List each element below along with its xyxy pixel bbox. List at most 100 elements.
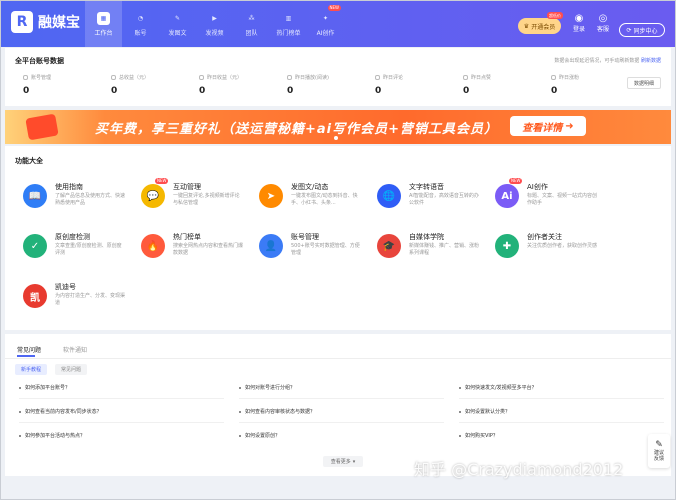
- top-header: R 融媒宝 ▦ 工作台 ◔ 账号 ✎ 发图文 ▶ 发视频 ⁂ 团队 ▥ 热门榜单 ✦ AI创作 NEW ♛ …: [1, 1, 675, 47]
- faq-question-text: 如何查看当前内容发布/同步状态？: [25, 409, 102, 415]
- stat-value: 0: [111, 86, 118, 96]
- features-panel: 功能大全 📖 使用指南 了解产品信息及使用方式、快速熟悉使用产品 💬 互动管理 一键回复评…: [5, 146, 671, 330]
- nav-item-0[interactable]: ▦ 工作台: [85, 1, 122, 47]
- nav-label: 账号: [134, 29, 147, 37]
- stat-label-text: 昨日涨粉: [559, 75, 580, 81]
- faq-separator: [459, 422, 664, 423]
- faq-question[interactable]: 如何添加平台账号？: [19, 384, 70, 391]
- feature-name: 文字转语音: [409, 183, 444, 191]
- nav-item-4[interactable]: ⁂ 团队: [233, 1, 270, 47]
- feature-card[interactable]: 👤 账号管理 500+账号实时数据管理、方便管理: [251, 230, 361, 270]
- faq-question[interactable]: 如何快速发文/发视频至多平台？: [459, 384, 537, 391]
- features-title: 功能大全: [15, 157, 43, 165]
- stat-item: 昨日播放(阅读) 0: [287, 74, 375, 96]
- main-nav: ▦ 工作台 ◔ 账号 ✎ 发图文 ▶ 发视频 ⁂ 团队 ▥ 热门榜单 ✦ AI创作 NEW: [85, 1, 344, 47]
- login-button[interactable]: ◉ 登录: [568, 13, 590, 33]
- stat-label-text: 昨日收益（元）: [207, 75, 243, 81]
- stat-label-text: 昨日点赞: [471, 75, 492, 81]
- stat-label-text: 账号管理: [31, 75, 52, 81]
- faq-question-text: 如何参加平台活动与热点？: [25, 433, 86, 439]
- help-button[interactable]: ◎ 客服: [592, 13, 614, 33]
- stat-item: 总收益（元） 0: [111, 74, 199, 96]
- feature-card[interactable]: ✚ 创作者关注 关注优质创作者，获取创作灵感: [487, 230, 597, 270]
- stat-label-text: 昨日播放(阅读): [295, 75, 329, 81]
- feature-card[interactable]: ✓ 原创度检测 文章查重/原创度检测、原创度评测: [15, 230, 125, 270]
- feature-name: AI创作: [527, 183, 548, 191]
- stats-note-text: 数据会出现延迟情况，可手动刷新数据: [554, 58, 640, 64]
- feature-icon: 🌐: [377, 184, 401, 208]
- faq-question[interactable]: 如何参加平台活动与热点？: [19, 432, 85, 439]
- faq-question-text: 如何购买VIP？: [465, 433, 498, 439]
- feature-icon: ✚: [495, 234, 519, 258]
- feature-card[interactable]: 凯凯迪号 为内容打造生产、分发、变现渠道: [15, 280, 125, 320]
- detail-button[interactable]: 数据明细: [627, 77, 661, 89]
- tab-notice[interactable]: 软件通知: [63, 345, 87, 354]
- faq-question-text: 如何查看内容审核状态与数据？: [245, 409, 316, 415]
- faq-question[interactable]: 如何查看内容审核状态与数据？: [239, 408, 315, 415]
- banner-detail-button[interactable]: 查看详情 ➜: [510, 116, 586, 136]
- feature-icon: 💬: [141, 184, 165, 208]
- feature-card[interactable]: 🔥 热门榜单 搜索全网热点内容和查看热门爆款数据: [133, 230, 243, 270]
- nav-label: AI创作: [316, 29, 335, 37]
- stat-label: 昨日评论: [375, 74, 463, 81]
- help-label: 客服: [596, 26, 609, 33]
- gift-icon: [25, 113, 59, 141]
- feature-icon: 凯: [23, 284, 47, 308]
- faq-question[interactable]: 如何对账号进行分组？: [239, 384, 295, 391]
- stat-value: 0: [199, 86, 206, 96]
- feature-card[interactable]: 💬 互动管理 一键回复评论,多视频新增评论与私信管理 NEW: [133, 178, 243, 220]
- ai-icon: ✦: [322, 14, 329, 22]
- feature-card[interactable]: 📖 使用指南 了解产品信息及使用方式、快速熟悉使用产品: [15, 180, 125, 220]
- stat-value: 0: [287, 86, 294, 96]
- stats-panel: 全平台账号数据 数据会出现延迟情况，可手动刷新数据 刷新数据 账号管理 0 总收益（…: [5, 48, 671, 106]
- feature-name: 互动管理: [173, 183, 201, 191]
- user-icon: ◉: [574, 13, 584, 24]
- faq-question[interactable]: 如何设置原创？: [239, 432, 280, 439]
- feature-desc: 文章查重/原创度检测、原创度评测: [55, 243, 122, 256]
- feature-name: 创作者关注: [527, 233, 562, 241]
- feature-card[interactable]: Ai AI创作 标题、文案、视频一站式内容创作助手 NEW: [487, 178, 597, 220]
- nav-item-2[interactable]: ✎ 发图文: [159, 1, 196, 47]
- new-badge: NEW: [155, 178, 169, 184]
- promo-banner[interactable]: 买年费，享三重好礼（送运营秘籍+ai写作会员+营销工具会员） 查看详情 ➜: [5, 110, 671, 144]
- new-badge: NEW: [327, 5, 341, 11]
- nav-item-5[interactable]: ▥ 热门榜单: [270, 1, 307, 47]
- sync-center-button[interactable]: ⟳ 同步中心: [619, 23, 665, 37]
- nav-label: 发视频: [205, 29, 224, 37]
- faq-question-text: 如何设置默认分类？: [465, 409, 511, 415]
- tab-underline: [17, 355, 35, 357]
- faq-panel: 常见问题 软件通知 新手教程 常见问题 如何添加平台账号？ 如何对账号进行分组？ 如…: [5, 334, 671, 476]
- feature-card[interactable]: ➤ 发图文/动态 一键发布图文/动态到抖音、快手、小红书、头条...: [251, 180, 361, 220]
- faq-separator: [239, 422, 444, 423]
- refresh-link[interactable]: 刷新数据: [641, 58, 661, 64]
- stat-label: 昨日点赞: [463, 74, 551, 81]
- stat-value: 0: [23, 86, 30, 96]
- sync-label: 同步中心: [633, 27, 658, 35]
- chip-common[interactable]: 常见问题: [55, 364, 88, 375]
- feature-icon: 👤: [259, 234, 283, 258]
- stat-item: 昨日涨粉 0: [551, 74, 639, 96]
- nav-item-3[interactable]: ▶ 发视频: [196, 1, 233, 47]
- vip-button[interactable]: ♛ 开通会员: [518, 18, 561, 34]
- faq-question[interactable]: 如何购买VIP？: [459, 432, 498, 439]
- stat-label: 昨日收益（元）: [199, 74, 287, 81]
- stats-title: 全平台账号数据: [15, 57, 64, 65]
- nav-item-6[interactable]: ✦ AI创作 NEW: [307, 1, 344, 47]
- more-button[interactable]: 查看更多 ▾: [323, 456, 363, 467]
- chip-tutorial[interactable]: 新手教程: [15, 364, 48, 375]
- feedback-button[interactable]: ✎ 建议反馈: [648, 434, 670, 468]
- app-logo[interactable]: R 融媒宝: [11, 11, 80, 33]
- tab-faq[interactable]: 常见问题: [17, 345, 41, 354]
- carousel-dot[interactable]: [334, 136, 338, 140]
- feature-desc: 一键发布图文/动态到抖音、快手、小红书、头条...: [291, 193, 358, 206]
- stat-label: 账号管理: [23, 74, 111, 81]
- nav-item-1[interactable]: ◔ 账号: [122, 1, 159, 47]
- faq-question-text: 如何对账号进行分组？: [245, 385, 296, 391]
- faq-question[interactable]: 如何查看当前内容发布/同步状态？: [19, 408, 102, 415]
- faq-question[interactable]: 如何设置默认分类？: [459, 408, 510, 415]
- feature-desc: 搜索全网热点内容和查看热门爆款数据: [173, 243, 244, 256]
- feature-icon: Ai: [495, 184, 519, 208]
- team-icon: ⁂: [248, 14, 255, 22]
- feature-card[interactable]: 🎓 自媒体学院 新媒体赚钱、推广、营销、涨粉系列课程: [369, 230, 479, 270]
- feature-card[interactable]: 🌐 文字转语音 AI智能配音，高效语音互转的办公软件: [369, 180, 479, 220]
